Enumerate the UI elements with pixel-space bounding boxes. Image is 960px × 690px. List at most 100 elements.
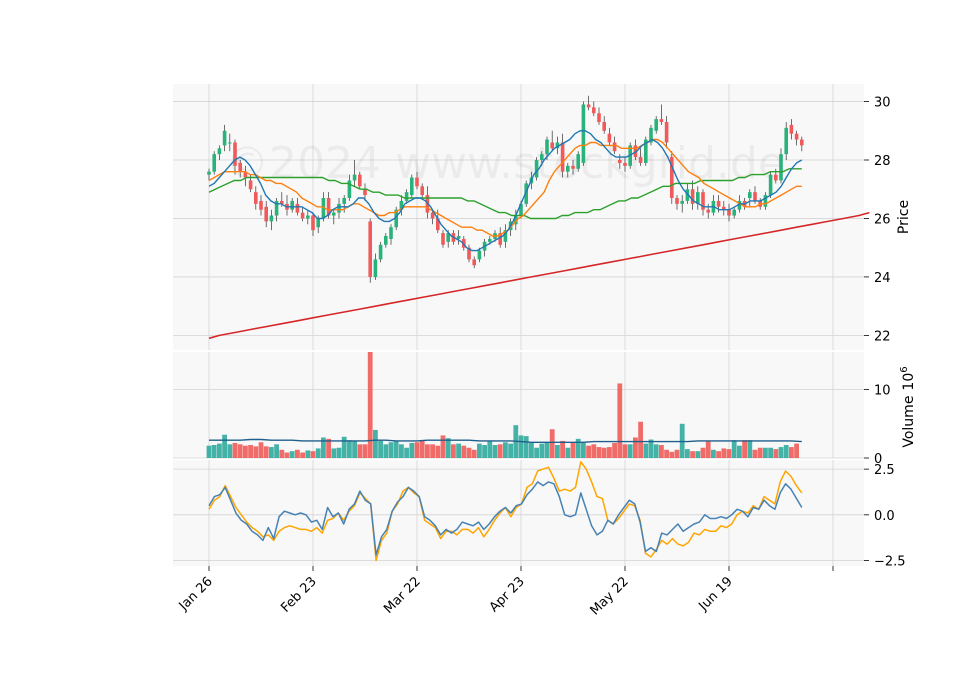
- price-ytick-label-1: 24: [874, 271, 891, 286]
- volume-bar-102: [737, 445, 742, 458]
- volume-bar-109: [773, 449, 779, 458]
- candle-body-9: [254, 192, 258, 204]
- volume-bar-94: [695, 451, 701, 458]
- volume-bar-17: [295, 449, 300, 458]
- volume-bar-15: [284, 452, 290, 458]
- volume-bar-82: [633, 437, 638, 458]
- volume-bar-90: [674, 449, 680, 458]
- volume-bar-96: [705, 441, 711, 458]
- candle-body-79: [618, 160, 622, 163]
- volume-bar-2: [217, 443, 222, 458]
- volume-bar-77: [607, 447, 612, 458]
- volume-panel: 010 Volume106: [173, 352, 917, 467]
- volume-bar-23: [326, 438, 331, 458]
- volume-bar-79: [617, 383, 623, 458]
- volume-bar-16: [289, 451, 295, 458]
- candle-body-87: [659, 119, 664, 122]
- volume-bar-5: [232, 442, 238, 458]
- candle-body-30: [363, 189, 367, 196]
- candle-body-8: [248, 180, 253, 190]
- volume-bar-80: [622, 444, 628, 458]
- candle-body-66: [550, 142, 554, 149]
- volume-bar-49: [461, 445, 467, 458]
- volume-bar-98: [716, 451, 721, 458]
- candle-body-32: [373, 259, 378, 277]
- candle-body-105: [753, 192, 757, 201]
- candle-body-83: [638, 157, 643, 163]
- volume-bar-1: [211, 445, 217, 458]
- volume-bar-52: [477, 443, 482, 458]
- volume-bar-20: [310, 451, 316, 458]
- price-axis-label: Price: [896, 200, 912, 234]
- volume-bar-105: [752, 449, 758, 458]
- candle-body-40: [415, 177, 419, 187]
- volume-bar-60: [518, 435, 524, 458]
- volume-bar-4: [227, 444, 233, 458]
- volume-bar-0: [206, 445, 212, 458]
- volume-bar-51: [471, 449, 477, 458]
- candle-body-101: [732, 209, 736, 216]
- volume-bar-25: [336, 447, 342, 458]
- candle-body-28: [352, 174, 357, 181]
- volume-bar-112: [789, 447, 794, 458]
- candle-body-90: [675, 198, 679, 204]
- candle-body-70: [571, 165, 575, 169]
- candle-body-110: [779, 154, 783, 181]
- volume-bar-34: [383, 444, 389, 458]
- volume-bar-48: [456, 443, 461, 458]
- candle-body-0: [207, 171, 211, 175]
- candle-body-100: [727, 209, 731, 216]
- candle-body-77: [607, 133, 612, 143]
- price-ytick-label-4: 30: [874, 96, 891, 111]
- volume-bar-92: [685, 449, 690, 458]
- candle-body-104: [748, 192, 752, 198]
- volume-bar-28: [352, 440, 357, 458]
- oscillator-panel: −2.5 0.0 2.5: [173, 460, 906, 570]
- candle-body-51: [472, 259, 476, 266]
- volume-bar-58: [508, 443, 513, 458]
- volume-bar-97: [711, 449, 716, 458]
- volume-bar-107: [763, 447, 768, 458]
- volume-bar-61: [523, 436, 529, 458]
- volume-bar-85: [648, 439, 654, 458]
- candle-body-114: [800, 139, 804, 146]
- volume-bar-30: [362, 444, 368, 458]
- candle-body-63: [534, 160, 539, 178]
- volume-bar-57: [503, 442, 508, 458]
- candle-body-1: [212, 154, 216, 172]
- volume-bar-88: [664, 449, 669, 458]
- candle-body-17: [295, 203, 300, 213]
- candle-body-48: [456, 236, 461, 239]
- stock-chart: ©2024 www.stockgrid.de 2224262830 Price …: [0, 0, 960, 690]
- volume-bar-44: [435, 445, 441, 458]
- volume-bar-6: [237, 444, 243, 458]
- volume-bar-46: [445, 438, 451, 458]
- candle-body-21: [316, 218, 320, 228]
- candle-body-72: [581, 104, 586, 163]
- candle-body-20: [311, 215, 315, 231]
- volume-bar-39: [409, 442, 415, 458]
- candle-body-73: [586, 104, 591, 108]
- candle-body-19: [306, 215, 310, 219]
- candle-body-80: [623, 162, 627, 166]
- volume-bar-104: [747, 440, 753, 458]
- candle-body-52: [477, 250, 482, 260]
- candle-body-78: [612, 142, 617, 152]
- volume-bar-81: [627, 444, 633, 458]
- candle-body-112: [789, 124, 794, 134]
- volume-bar-110: [778, 447, 784, 458]
- volume-bar-84: [643, 443, 649, 458]
- candle-body-25: [337, 203, 341, 213]
- candle-body-74: [592, 107, 596, 114]
- oscillator-panel-background: [173, 460, 864, 566]
- volume-bar-50: [466, 447, 472, 458]
- candle-body-4: [228, 142, 232, 144]
- watermark: ©2024 www.stockgrid.de: [225, 138, 785, 189]
- volume-bar-40: [414, 442, 420, 458]
- volume-bar-108: [768, 447, 773, 458]
- candle-body-24: [332, 212, 336, 216]
- osc-ytick-label-2: 2.5: [874, 463, 895, 478]
- candle-body-41: [420, 186, 424, 196]
- volume-bar-62: [529, 442, 534, 458]
- volume-bar-43: [430, 444, 435, 458]
